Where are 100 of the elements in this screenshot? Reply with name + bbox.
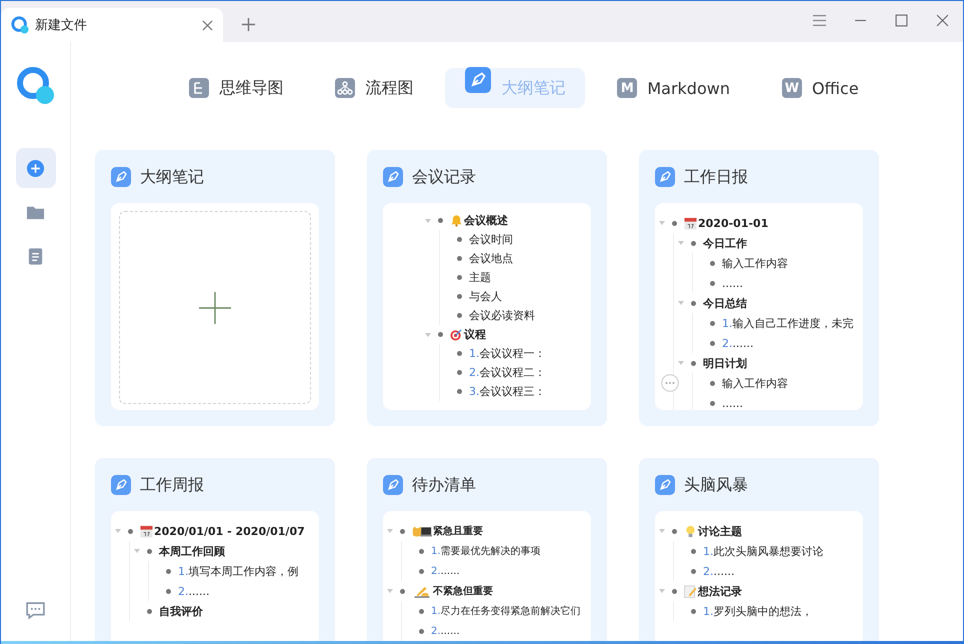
bullet-icon bbox=[457, 370, 462, 375]
outline-item-text: ...... bbox=[722, 276, 743, 290]
bullet-icon bbox=[457, 294, 462, 299]
pen-nib-icon bbox=[655, 167, 675, 187]
outline-item-text: 2020-01-01 bbox=[698, 216, 768, 230]
plus-icon bbox=[199, 292, 231, 324]
bullet-icon bbox=[147, 548, 152, 554]
bullet-icon bbox=[457, 351, 462, 356]
outline-item-text: 讨论主题 bbox=[698, 524, 742, 538]
bullet-icon bbox=[710, 260, 715, 266]
outline-item-text: 2....... bbox=[178, 584, 210, 598]
bullet-icon bbox=[672, 588, 677, 594]
document-tab[interactable]: 新建文件 bbox=[1, 8, 223, 42]
pen-nib-icon bbox=[383, 167, 403, 187]
memo-icon bbox=[684, 584, 697, 598]
outline-item-text: 主题 bbox=[469, 270, 491, 285]
mode-tab[interactable]: 思维导图 bbox=[169, 68, 304, 108]
collapse-triangle-icon[interactable] bbox=[659, 221, 665, 225]
bullet-icon bbox=[166, 568, 171, 574]
outline-item-text: 1.此次头脑风暴想要讨论 bbox=[703, 544, 824, 558]
template-card[interactable]: 大纲笔记 bbox=[95, 150, 335, 426]
outline-item-text: 紧急且重要 bbox=[433, 524, 483, 538]
outline-item-text: 2.会议议程二： bbox=[469, 365, 546, 380]
outline-item-text: 2....... bbox=[703, 564, 734, 578]
template-card[interactable]: 工作日报 2020-01-01 今日工作 输入工作内容 ...... 今日总结 1.输入自己工作进度，未完 2....... 明日计划 输入工作内容 ...... bbox=[639, 150, 879, 426]
outline-item-text: 会议地点 bbox=[469, 251, 513, 266]
pen-nib-icon bbox=[655, 475, 675, 495]
outline-item-text: 2....... bbox=[722, 336, 754, 350]
collapse-triangle-icon[interactable] bbox=[659, 529, 665, 533]
mode-tab[interactable]: M Markdown bbox=[597, 68, 750, 108]
outline-item-text: ...... bbox=[722, 396, 743, 410]
bullet-icon bbox=[147, 608, 152, 614]
pen-nib-icon bbox=[465, 67, 492, 93]
collapse-triangle-icon[interactable] bbox=[678, 241, 684, 245]
outline-item-text: 自我评价 bbox=[159, 604, 203, 618]
collapse-triangle-icon[interactable] bbox=[387, 529, 393, 533]
template-card[interactable]: 工作周报 2020/01/01 - 2020/01/07 本周工作回顾 1.填写本周工作内容，例 2....... 自我评价 bbox=[95, 458, 335, 641]
outline-item-text: 本周工作回顾 bbox=[159, 544, 225, 558]
template-card[interactable]: 会议记录 会议概述 会议时间 会议地点 主题 与会人 会议必读资料 议程 1.会议议程一： 2.会议议程二： 3.会议议程三： bbox=[367, 150, 607, 426]
bullet-icon bbox=[691, 568, 696, 574]
collapse-triangle-icon[interactable] bbox=[678, 301, 684, 305]
chat-icon[interactable] bbox=[25, 600, 46, 621]
outline-item-text: 3.会议议程三： bbox=[469, 384, 546, 399]
collapse-triangle-icon[interactable] bbox=[425, 332, 431, 336]
bullet-icon bbox=[691, 548, 696, 554]
outline-item-text: 会议概述 bbox=[464, 213, 508, 228]
bullet-icon bbox=[457, 313, 462, 318]
collapse-triangle-icon[interactable] bbox=[115, 529, 121, 533]
outline-item-text: 明日计划 bbox=[703, 356, 747, 370]
template-title: 会议记录 bbox=[412, 166, 476, 188]
bullet-icon bbox=[691, 240, 696, 246]
bullet-icon bbox=[400, 528, 405, 534]
template-title: 待办清单 bbox=[412, 474, 476, 496]
outline-item-text: 会议必读资料 bbox=[469, 308, 535, 323]
plus-icon bbox=[26, 158, 45, 178]
collapse-triangle-icon[interactable] bbox=[387, 589, 393, 593]
collapse-triangle-icon[interactable] bbox=[425, 218, 431, 222]
more-icon[interactable] bbox=[661, 374, 679, 392]
outline-item-text: 与会人 bbox=[469, 289, 502, 304]
bell-icon bbox=[450, 214, 463, 227]
outline-item-text: 想法记录 bbox=[698, 584, 742, 598]
flowchart-icon bbox=[335, 78, 356, 98]
bullet-icon bbox=[457, 256, 462, 261]
letter-icon: W bbox=[782, 78, 802, 98]
collapse-triangle-icon[interactable] bbox=[678, 361, 684, 365]
close-icon[interactable] bbox=[202, 20, 213, 30]
app-logo-icon bbox=[11, 16, 29, 34]
outline-item-text: 不紧急但重要 bbox=[433, 584, 493, 598]
new-file-button[interactable] bbox=[16, 148, 56, 188]
mind-map-icon bbox=[189, 78, 210, 98]
template-title: 头脑风暴 bbox=[684, 474, 748, 496]
bullet-icon bbox=[457, 275, 462, 280]
outline-item-text: 会议时间 bbox=[469, 232, 513, 247]
light-bulb-icon bbox=[684, 524, 697, 538]
bullet-icon bbox=[691, 608, 696, 614]
cat-laptop-icon bbox=[412, 524, 432, 538]
blank-template-area[interactable] bbox=[119, 211, 311, 404]
bullet-icon bbox=[457, 237, 462, 242]
bullet-icon bbox=[166, 588, 171, 594]
mode-tab[interactable]: W Office bbox=[762, 68, 879, 108]
template-card[interactable]: 待办清单 紧急且重要 1.需要最优先解决的事项 2....... 不紧急但重要 1.尽力在任务变得紧急前解决它们 2....... bbox=[367, 458, 607, 641]
template-title: 大纲笔记 bbox=[140, 166, 204, 188]
bullet-icon bbox=[419, 628, 424, 634]
outline-item-text: 2....... bbox=[431, 566, 460, 576]
template-card[interactable]: 头脑风暴 讨论主题 1.此次头脑风暴想要讨论 2....... 想法记录 1.罗列头脑中的想法， bbox=[639, 458, 879, 641]
bullet-icon bbox=[128, 528, 133, 534]
outline-item-text: 议程 bbox=[464, 327, 486, 342]
bullet-icon bbox=[457, 389, 462, 394]
collapse-triangle-icon[interactable] bbox=[659, 589, 665, 593]
letter-icon: M bbox=[617, 78, 638, 98]
bullet-icon bbox=[419, 568, 424, 574]
bullet-icon bbox=[691, 300, 696, 306]
collapse-triangle-icon[interactable] bbox=[134, 549, 140, 553]
new-tab-icon[interactable] bbox=[241, 17, 256, 32]
mode-tab[interactable]: 流程图 bbox=[315, 68, 434, 108]
bullet-icon bbox=[672, 528, 677, 534]
outline-item-text: 1.需要最优先解决的事项 bbox=[431, 544, 541, 558]
outline-item-text: 2020/01/01 - 2020/01/07 bbox=[154, 524, 305, 538]
outline-item-text: 今日工作 bbox=[703, 236, 747, 250]
outline-item-text: 输入工作内容 bbox=[722, 376, 788, 390]
